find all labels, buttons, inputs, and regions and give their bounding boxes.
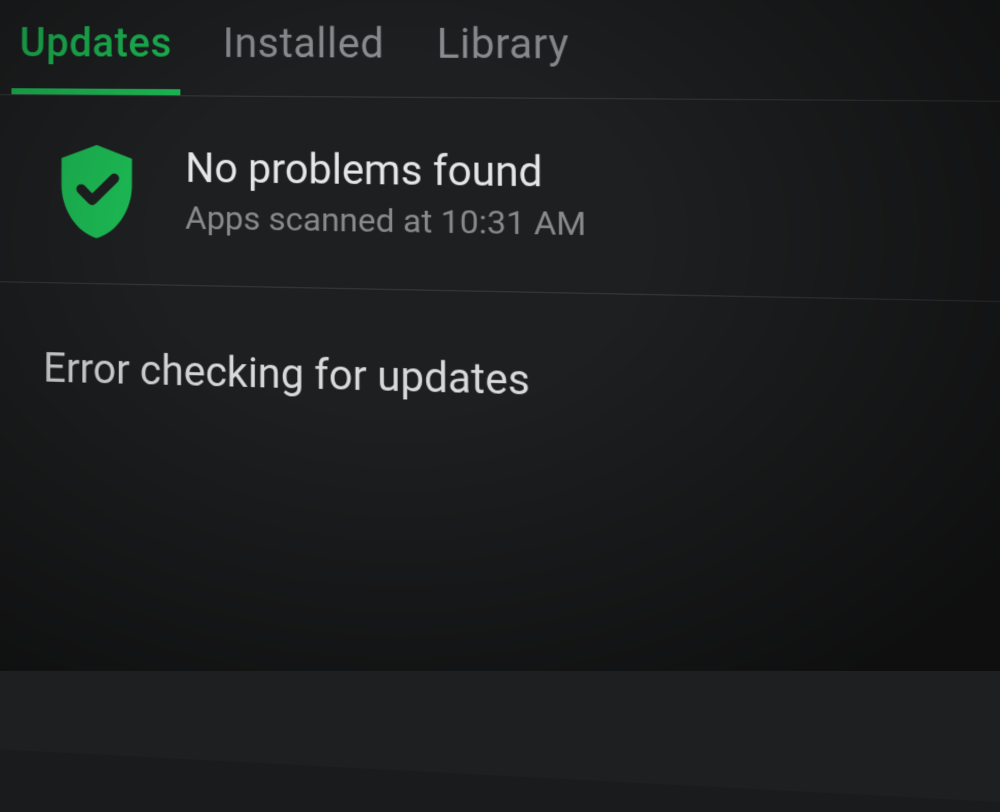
tab-installed[interactable]: Installed: [223, 19, 385, 96]
update-error-text: Error checking for updates: [43, 344, 1000, 420]
scan-status-subtitle: Apps scanned at 10:31 AM: [185, 198, 1000, 251]
shield-check-icon: [44, 136, 150, 244]
tab-updates[interactable]: Updates: [19, 19, 172, 95]
tab-bar: Updates Installed Library: [0, 0, 1000, 103]
tab-library[interactable]: Library: [437, 20, 570, 98]
update-error-row: Error checking for updates: [0, 282, 1000, 467]
scan-status-row: No problems found Apps scanned at 10:31 …: [0, 95, 1000, 306]
scan-status-title: No problems found: [185, 144, 1000, 204]
